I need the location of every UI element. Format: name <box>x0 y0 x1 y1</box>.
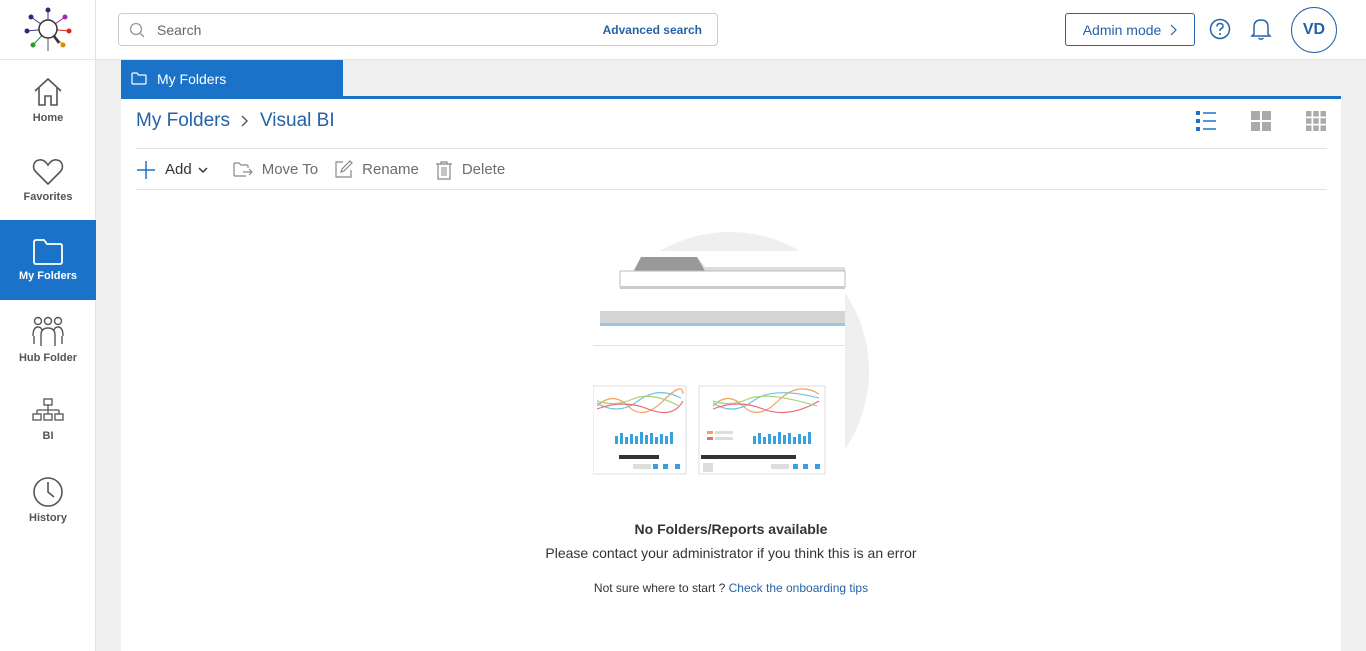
empty-state-title: No Folders/Reports available <box>634 521 828 537</box>
sidebar-item-history[interactable]: History <box>0 460 96 540</box>
onboarding-tips: Not sure where to start ? Check the onbo… <box>121 581 1341 595</box>
sidebar-item-bi[interactable]: BI <box>0 380 96 460</box>
toolbar: Add Move To Rename Delete <box>136 157 521 182</box>
tab-my-folders[interactable]: My Folders <box>121 60 343 97</box>
large-grid-view-icon[interactable] <box>1250 110 1272 132</box>
edit-icon <box>335 160 353 178</box>
move-to-button[interactable]: Move To <box>233 161 318 178</box>
view-toggle-group <box>1162 110 1327 132</box>
chevron-right-icon <box>1170 24 1178 35</box>
chevron-right-icon <box>241 115 248 127</box>
top-bar: Advanced search Admin mode VD <box>96 0 1366 60</box>
list-view-icon[interactable] <box>1195 110 1217 132</box>
sidebar-item-label: BI <box>42 430 54 442</box>
rename-label: Rename <box>362 161 419 178</box>
app-logo[interactable] <box>0 0 95 60</box>
onboarding-tips-link[interactable]: Check the onboarding tips <box>729 581 868 595</box>
sidebar-item-label: History <box>29 512 67 524</box>
clock-icon <box>33 477 63 507</box>
move-folder-icon <box>233 161 253 177</box>
add-label: Add <box>165 161 192 178</box>
sidebar-item-label: Home <box>32 112 64 124</box>
breadcrumb-root[interactable]: My Folders <box>136 110 230 132</box>
hierarchy-icon <box>32 398 64 421</box>
delete-button[interactable]: Delete <box>435 160 505 180</box>
user-avatar[interactable]: VD <box>1291 7 1337 53</box>
sidebar-item-label: My Folders <box>18 270 78 282</box>
tips-prefix: Not sure where to start ? <box>593 581 726 595</box>
help-icon[interactable] <box>1209 18 1231 40</box>
heart-icon <box>32 159 64 186</box>
folder-icon <box>131 72 147 85</box>
chevron-down-icon <box>198 167 208 173</box>
advanced-search-link[interactable]: Advanced search <box>603 23 702 37</box>
plus-icon <box>137 160 155 179</box>
sidebar-item-label: Hub Folder <box>18 352 78 364</box>
admin-mode-button[interactable]: Admin mode <box>1065 13 1195 46</box>
move-to-label: Move To <box>261 161 319 178</box>
search-icon <box>129 22 145 38</box>
sidebar: Home Favorites My Folders Hub Folder BI … <box>0 0 96 651</box>
sidebar-item-favorites[interactable]: Favorites <box>0 140 96 220</box>
tab-label: My Folders <box>157 70 227 87</box>
sidebar-item-home[interactable]: Home <box>0 60 96 140</box>
main-panel: My Folders Visual BI Add Move To Rename … <box>121 99 1341 651</box>
divider <box>136 148 1327 149</box>
sidebar-item-my-folders[interactable]: My Folders <box>0 220 96 300</box>
empty-folder-illustration <box>593 232 869 513</box>
empty-state-message: Please contact your administrator if you… <box>545 545 917 561</box>
trash-icon <box>435 160 452 180</box>
breadcrumb: My Folders Visual BI <box>136 110 335 132</box>
sidebar-item-hub-folder[interactable]: Hub Folder <box>0 300 96 380</box>
divider <box>136 189 1327 190</box>
users-icon <box>32 316 64 346</box>
breadcrumb-current: Visual BI <box>259 110 335 131</box>
admin-mode-label: Admin mode <box>1082 21 1162 38</box>
bell-icon[interactable] <box>1250 17 1272 41</box>
logo-icon <box>24 7 71 51</box>
home-icon <box>34 77 62 106</box>
folder-icon <box>33 239 63 265</box>
small-grid-view-icon[interactable] <box>1305 110 1327 132</box>
sidebar-item-label: Favorites <box>23 191 73 203</box>
search-input[interactable] <box>157 14 557 45</box>
delete-label: Delete <box>461 161 506 178</box>
add-button[interactable]: Add <box>136 160 217 180</box>
search-box: Advanced search <box>118 13 718 46</box>
rename-button[interactable]: Rename <box>334 160 419 179</box>
